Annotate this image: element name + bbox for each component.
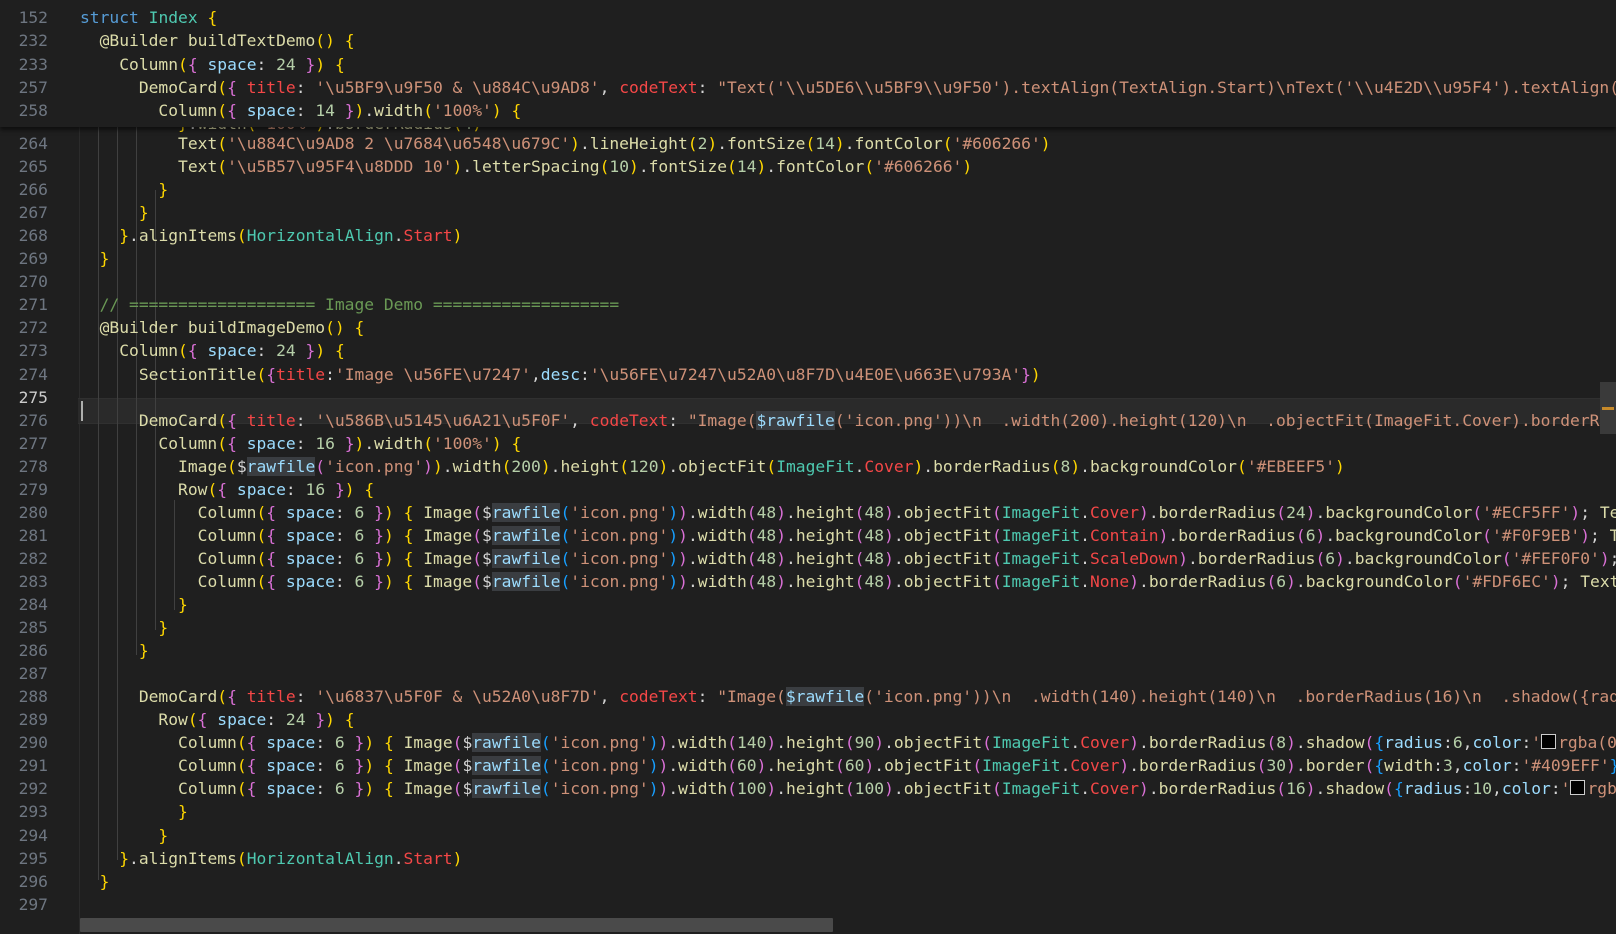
code-line[interactable]: }: [80, 201, 149, 225]
line-number: 293: [18, 802, 48, 822]
line-number: 281: [18, 525, 48, 545]
code-line[interactable]: Column({ space: 6 }) { Image($rawfile('i…: [80, 754, 1616, 778]
sticky-line-number: 233: [18, 54, 48, 74]
code-line[interactable]: Column({ space: 6 }) { Image($rawfile('i…: [80, 501, 1616, 525]
text-cursor: [81, 401, 83, 421]
line-number: 296: [18, 871, 48, 891]
code-line[interactable]: Column({ space: 6 }) { Image($rawfile('i…: [80, 570, 1616, 594]
code-line[interactable]: Row({ space: 24 }) {: [80, 708, 354, 732]
color-swatch: [1541, 734, 1557, 750]
code-line[interactable]: }: [80, 800, 188, 824]
code-line[interactable]: Text('\u884C\u9AD8 2 \u7684\u6548\u679C'…: [80, 132, 1051, 156]
line-number: 268: [18, 226, 48, 246]
line-number: 290: [18, 733, 48, 753]
line-number: 291: [18, 756, 48, 776]
code-line[interactable]: }: [80, 824, 168, 848]
code-line[interactable]: }: [80, 247, 110, 271]
line-number: 277: [18, 433, 48, 453]
line-number: 267: [18, 203, 48, 223]
sticky-code-line[interactable]: struct Index {: [80, 6, 217, 30]
code-line[interactable]: // =================== Image Demo ======…: [80, 293, 620, 317]
code-line[interactable]: Text('\u5B57\u95F4\u8DDD 10').letterSpac…: [80, 155, 972, 179]
sticky-code-line[interactable]: Column({ space: 14 }).width('100%') {: [80, 99, 521, 123]
sticky-line-number: 258: [18, 101, 48, 121]
line-number: 286: [18, 641, 48, 661]
line-number: 280: [18, 502, 48, 522]
code-line[interactable]: Column({ space: 6 }) { Image($rawfile('i…: [80, 731, 1616, 755]
sticky-line-number: 152: [18, 8, 48, 27]
line-number: 278: [18, 456, 48, 476]
line-number: 275: [18, 387, 48, 407]
line-number: 266: [18, 180, 48, 200]
line-number: 284: [18, 595, 48, 614]
sticky-line-number: 257: [18, 77, 48, 97]
code-line[interactable]: }: [80, 639, 149, 663]
line-number: 269: [18, 249, 48, 269]
sticky-code-line[interactable]: Column({ space: 24 }) {: [80, 53, 345, 77]
code-line[interactable]: }: [80, 178, 168, 202]
line-number: 297: [18, 894, 48, 914]
code-line[interactable]: }: [80, 593, 188, 617]
code-line[interactable]: Column({ space: 6 }) { Image($rawfile('i…: [80, 777, 1616, 801]
line-number: 265: [18, 157, 48, 177]
line-number: 279: [18, 479, 48, 499]
code-line[interactable]: Column({ space: 16 }).width('100%') {: [80, 432, 521, 456]
line-number: 288: [18, 687, 48, 707]
line-number: 289: [18, 710, 48, 730]
line-number: 285: [18, 618, 48, 638]
code-line[interactable]: }.alignItems(HorizontalAlign.Start): [80, 847, 462, 871]
code-line[interactable]: DemoCard({ title: '\u586B\u5145\u6A21\u5…: [80, 409, 1616, 433]
code-line[interactable]: }: [80, 616, 168, 640]
code-editor[interactable]: }.width('100%').borderRadius(4)264 Text(…: [0, 0, 1616, 934]
line-number: 270: [18, 272, 48, 292]
line-number: 274: [18, 364, 48, 384]
line-number: 287: [18, 664, 48, 684]
code-line[interactable]: Column({ space: 24 }) {: [80, 339, 345, 363]
line-number: 276: [18, 410, 48, 430]
code-line[interactable]: Image($rawfile('icon.png')).width(200).h…: [80, 455, 1345, 479]
line-number: 294: [18, 825, 48, 845]
sticky-scroll-header[interactable]: 152 struct Index { 232 @Builder buildTextD…: [0, 0, 1616, 127]
line-number: 292: [18, 779, 48, 799]
code-line[interactable]: Column({ space: 6 }) { Image($rawfile('i…: [80, 547, 1616, 571]
code-line[interactable]: DemoCard({ title: '\u6837\u5F0F & \u52A0…: [80, 685, 1616, 709]
code-line[interactable]: Row({ space: 16 }) {: [80, 478, 374, 502]
line-number: 271: [18, 295, 48, 315]
sticky-code-line[interactable]: @Builder buildTextDemo() {: [80, 29, 355, 53]
code-line[interactable]: SectionTitle({title:'Image \u56FE\u7247'…: [80, 363, 1041, 387]
code-line[interactable]: @Builder buildImageDemo() {: [80, 316, 365, 340]
color-swatch: [1570, 780, 1586, 796]
line-number: 283: [18, 571, 48, 591]
code-line[interactable]: }.alignItems(HorizontalAlign.Start): [80, 224, 462, 248]
sticky-code-line[interactable]: DemoCard({ title: '\u5BF9\u9F50 & \u884C…: [80, 76, 1616, 100]
sticky-line-number: 232: [18, 31, 48, 51]
scrollbar-change-marker: [1602, 407, 1614, 410]
horizontal-scrollbar[interactable]: [80, 918, 833, 932]
line-number: 272: [18, 318, 48, 338]
line-number: 295: [18, 848, 48, 868]
line-number: 264: [18, 134, 48, 153]
line-number: 273: [18, 341, 48, 361]
code-line[interactable]: }: [80, 870, 110, 894]
code-line[interactable]: Column({ space: 6 }) { Image($rawfile('i…: [80, 524, 1616, 548]
line-number: 282: [18, 548, 48, 568]
